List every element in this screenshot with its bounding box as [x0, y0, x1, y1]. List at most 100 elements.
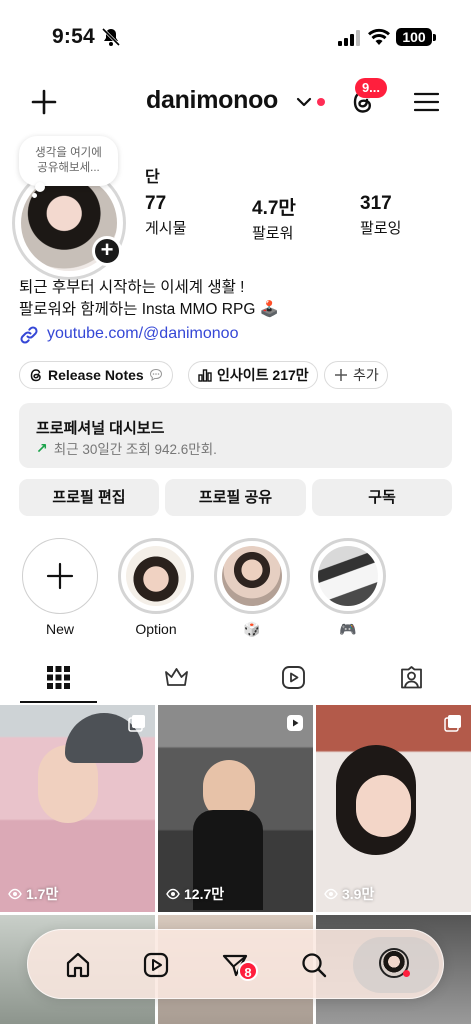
highlight-cover	[318, 546, 378, 606]
reels-icon	[143, 952, 169, 978]
status-bar: 9:54 100	[0, 0, 471, 70]
post-views-count: 3.9만	[342, 886, 375, 902]
following-label: 팔로잉	[360, 220, 402, 237]
link-icon	[20, 326, 38, 344]
note-bubble-dot-small	[32, 193, 37, 198]
create-plus-icon[interactable]	[30, 88, 58, 116]
plus-icon	[335, 369, 347, 381]
wifi-icon	[368, 28, 390, 45]
posts-value: 77	[145, 193, 167, 214]
highlight-ring	[310, 538, 386, 614]
threads-badge: 9...	[355, 78, 387, 98]
post-views: 1.7만	[8, 884, 58, 904]
messages-badge: 8	[238, 961, 258, 981]
active-tab-indicator	[20, 701, 97, 703]
chevron-down-icon[interactable]	[296, 96, 312, 108]
note-bubble[interactable]: 생각을 여기에 공유해보세...	[19, 136, 118, 186]
note-bubble-dot	[35, 182, 45, 192]
dashboard-subtitle: 최근 30일간 조회 942.6만회.	[53, 442, 217, 457]
bell-off-icon	[101, 27, 121, 47]
battery-tip	[433, 34, 436, 41]
nav-home[interactable]	[58, 945, 98, 985]
share-profile-button[interactable]: 프로필 공유	[165, 479, 306, 516]
tab-subscriptions[interactable]	[118, 657, 235, 705]
highlight-cover	[222, 546, 282, 606]
highlight-label: 🎮	[339, 621, 357, 637]
crown-icon	[165, 668, 188, 686]
eye-icon	[166, 888, 180, 900]
highlight-cover	[126, 546, 186, 606]
post-views: 3.9만	[324, 884, 374, 904]
threads-small-icon	[30, 369, 41, 382]
highlight-label: 🎲	[243, 621, 261, 637]
post-thumbnail[interactable]: 1.7만	[0, 705, 155, 912]
search-icon	[302, 953, 327, 978]
speech-bubble-icon	[149, 368, 162, 381]
highlight-ring	[214, 538, 290, 614]
post-thumbnail[interactable]: 3.9만	[316, 705, 471, 912]
tab-grid[interactable]	[0, 657, 117, 705]
account-notification-dot	[317, 98, 325, 106]
add-chip-label: 추가	[353, 367, 379, 383]
post-thumbnail[interactable]: 12.7만	[158, 705, 313, 912]
post-figure	[356, 775, 411, 837]
bio-line-2: 팔로워와 함께하는 Insta MMO RPG 🕹️	[19, 301, 279, 318]
edit-profile-button[interactable]: 프로필 편집	[19, 479, 159, 516]
signal-icon	[338, 30, 360, 46]
username-switcher[interactable]: danimonoo	[146, 86, 278, 115]
eye-icon	[324, 888, 338, 900]
tagged-person-icon	[401, 666, 422, 689]
profile-notification-dot	[403, 970, 410, 977]
following-count[interactable]: 317 팔로잉	[360, 193, 401, 238]
nav-reels[interactable]	[136, 945, 176, 985]
insights-label: 인사이트 217만	[217, 367, 309, 383]
following-value: 317	[360, 193, 392, 214]
insights-chip[interactable]: 인사이트 217만	[188, 361, 318, 389]
release-notes-label: Release Notes	[48, 367, 144, 383]
followers-value: 4.7만	[252, 198, 296, 219]
highlight-label: New	[45, 621, 74, 637]
carousel-icon	[444, 715, 461, 732]
post-views-count: 1.7만	[26, 886, 59, 902]
posts-count[interactable]: 77 게시물	[145, 193, 186, 238]
profile-link[interactable]: youtube.com/@danimonoo	[47, 325, 238, 343]
highlight-option[interactable]: Option	[118, 538, 194, 637]
profile-tabs	[0, 657, 471, 705]
note-line-2: 공유해보세...	[37, 162, 100, 174]
add-story-plus-icon[interactable]: +	[92, 236, 122, 266]
dashboard-title: 프로페셔널 대시보드	[36, 420, 165, 437]
release-notes-chip[interactable]: Release Notes	[19, 361, 173, 389]
professional-dashboard[interactable]: 프로페셔널 대시보드 ↗ 최근 30일간 조회 942.6만회.	[19, 403, 452, 468]
highlight-dice[interactable]: 🎲	[214, 538, 290, 638]
plus-icon	[46, 562, 74, 590]
post-views: 12.7만	[166, 884, 224, 904]
dashboard-subtitle-row: ↗ 최근 30일간 조회 942.6만회.	[36, 438, 217, 458]
bio-line-1: 퇴근 후부터 시작하는 이세계 생활 !	[19, 279, 245, 296]
followers-count[interactable]: 4.7만 팔로워	[252, 193, 296, 243]
grid-icon	[47, 666, 70, 689]
home-icon	[66, 952, 90, 978]
add-chip[interactable]: 추가	[324, 361, 388, 389]
nav-search[interactable]	[294, 945, 334, 985]
note-line-1: 생각을 여기에	[35, 147, 102, 159]
highlight-ring	[118, 538, 194, 614]
followers-label: 팔로워	[252, 225, 294, 242]
status-time: 9:54	[52, 25, 95, 48]
reel-icon	[287, 715, 303, 731]
tab-tagged[interactable]	[353, 657, 470, 705]
carousel-icon	[128, 715, 145, 732]
post-views-count: 12.7만	[184, 886, 225, 902]
highlight-new-ring	[22, 538, 98, 614]
eye-icon	[8, 888, 22, 900]
display-name: 단	[145, 169, 160, 186]
reels-icon	[282, 666, 305, 689]
posts-label: 게시물	[145, 220, 187, 237]
subscribe-button[interactable]: 구독	[312, 479, 452, 516]
highlight-new[interactable]: New	[22, 538, 98, 637]
highlight-game[interactable]: 🎮	[310, 538, 386, 638]
battery-indicator: 100	[396, 28, 432, 46]
trend-up-arrow-icon: ↗	[36, 439, 48, 456]
menu-icon[interactable]	[414, 91, 439, 113]
tab-reels[interactable]	[235, 657, 352, 705]
highlight-label: Option	[135, 621, 177, 637]
